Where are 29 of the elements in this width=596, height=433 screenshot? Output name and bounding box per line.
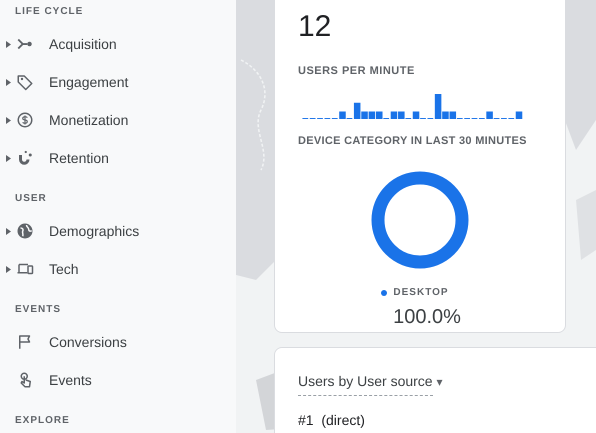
chart-title: DEVICE CATEGORY IN LAST 30 MINUTES <box>298 134 527 148</box>
expand-caret-icon[interactable] <box>6 116 10 124</box>
user-count: 12 <box>298 9 332 45</box>
nav-item[interactable]: Conversions <box>0 323 236 361</box>
tag-icon <box>16 73 34 91</box>
nav-item[interactable]: Retention <box>0 139 236 177</box>
source-row-label: #1 (direct) <box>298 411 365 430</box>
nav-item[interactable]: Demographics <box>0 212 236 250</box>
expand-caret-icon[interactable] <box>6 40 10 48</box>
magnet-icon <box>16 149 34 167</box>
section-heading: USER <box>15 192 47 206</box>
section-heading: LIFE CYCLE <box>15 4 84 18</box>
nav-item[interactable]: Events <box>0 361 236 399</box>
nav-item[interactable]: Monetization <box>0 101 236 139</box>
globe-icon <box>16 222 34 240</box>
expand-caret-icon[interactable] <box>6 78 10 86</box>
dimension-dropdown[interactable]: Users by User source ▾ <box>298 371 443 396</box>
section-heading: EXPLORE <box>15 414 70 428</box>
section-heading: EVENTS <box>15 302 62 316</box>
nav-item[interactable]: Tech <box>0 250 236 288</box>
expand-caret-icon[interactable] <box>6 266 10 272</box>
legend-value: 100.0% <box>393 305 461 330</box>
nav-item[interactable]: Engagement <box>0 63 236 101</box>
expand-caret-icon[interactable] <box>6 154 10 162</box>
chart-title: USERS PER MINUTE <box>298 64 415 79</box>
legend-label: DESKTOP <box>393 286 449 300</box>
expand-caret-icon[interactable] <box>6 228 10 234</box>
nav-item[interactable]: Acquisition <box>0 25 236 63</box>
dollar-icon <box>16 111 34 129</box>
